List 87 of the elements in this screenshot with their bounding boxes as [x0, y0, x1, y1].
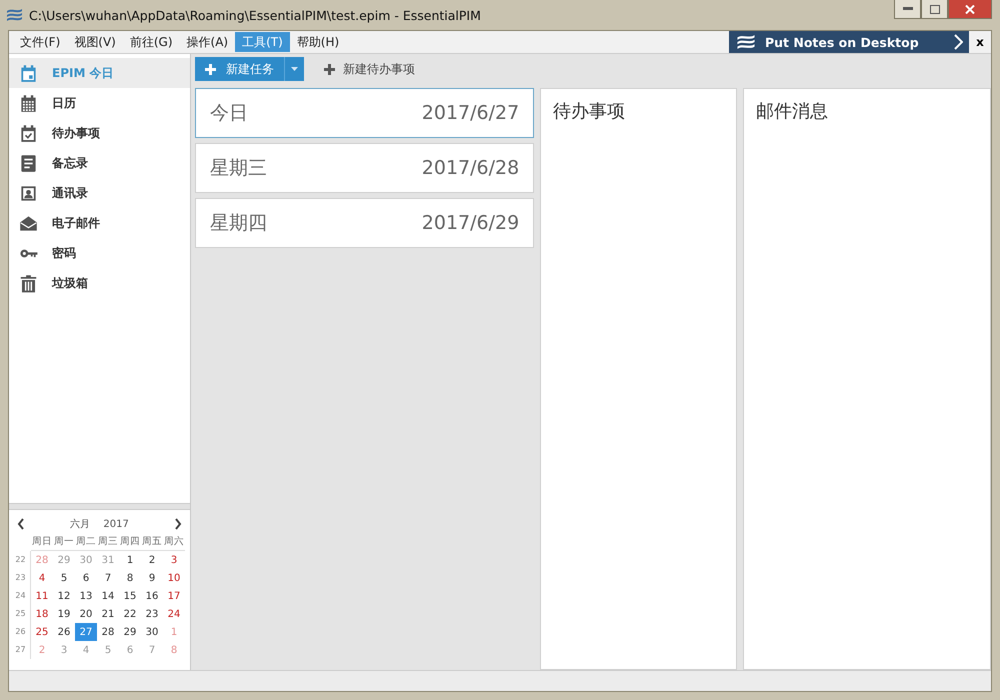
week-number: 23 — [11, 569, 31, 587]
day-name: 星期四 — [210, 211, 267, 236]
previous-month-button[interactable] — [17, 518, 25, 530]
panel-title: 邮件消息 — [756, 101, 828, 122]
calendar-day[interactable]: 12 — [53, 587, 75, 605]
menu-item[interactable]: 帮助(H) — [290, 32, 346, 52]
panel-title: 待办事项 — [553, 101, 626, 122]
checkbox-calendar-icon — [19, 124, 38, 142]
trash-icon — [19, 274, 38, 292]
day-date: 2017/6/29 — [422, 212, 520, 234]
plus-icon — [205, 64, 216, 74]
calendar-day[interactable]: 5 — [53, 569, 75, 587]
calendar-day[interactable]: 4 — [31, 569, 53, 587]
day-card[interactable]: 星期三 2017/6/28 — [195, 143, 534, 193]
close-icon — [965, 4, 975, 14]
weekday-label: 周三 — [97, 534, 119, 551]
day-card[interactable]: 星期四 2017/6/29 — [195, 198, 534, 248]
calendar-day[interactable]: 3 — [163, 551, 185, 569]
minimize-button[interactable] — [894, 0, 921, 19]
menu-item[interactable]: 前往(G) — [122, 32, 180, 52]
calendar-day[interactable]: 16 — [141, 587, 163, 605]
envelope-icon — [19, 214, 38, 232]
menu-item[interactable]: 视图(V) — [67, 32, 123, 52]
weekday-label: 周六 — [163, 534, 185, 551]
calendar-day[interactable]: 11 — [31, 587, 53, 605]
app-logo-icon — [6, 8, 23, 22]
calendar-day[interactable]: 17 — [163, 587, 185, 605]
calendar-day[interactable]: 1 — [119, 551, 141, 569]
calendar-day[interactable]: 10 — [163, 569, 185, 587]
calendar-day[interactable]: 21 — [97, 605, 119, 623]
banner-close-button[interactable]: x — [969, 31, 991, 53]
week-number: 27 — [11, 641, 31, 659]
week-number: 26 — [11, 623, 31, 641]
day-name: 星期三 — [210, 156, 267, 181]
calendar-day[interactable]: 22 — [119, 605, 141, 623]
calendar-day[interactable]: 13 — [75, 587, 97, 605]
day-name: 今日 — [210, 101, 248, 126]
calendar-day[interactable]: 20 — [75, 605, 97, 623]
chevron-left-icon — [17, 518, 25, 530]
next-month-button[interactable] — [174, 518, 182, 530]
calendar-day[interactable]: 25 — [31, 623, 53, 641]
maximize-button[interactable] — [921, 0, 948, 19]
calendar-day[interactable]: 2 — [141, 551, 163, 569]
calendar-day[interactable]: 9 — [141, 569, 163, 587]
note-icon — [19, 154, 38, 172]
weekday-label: 周二 — [75, 534, 97, 551]
notes-banner[interactable]: Put Notes on Desktop — [729, 31, 969, 53]
calendar-day[interactable]: 15 — [119, 587, 141, 605]
maximize-icon — [930, 4, 940, 14]
weekday-label: 周四 — [119, 534, 141, 551]
calendar-icon — [19, 94, 38, 112]
plus-icon — [324, 64, 335, 74]
calendar-day[interactable]: 24 — [163, 605, 185, 623]
menu-item[interactable]: 操作(A) — [180, 32, 236, 52]
weekday-label: 周一 — [53, 534, 75, 551]
day-date: 2017/6/28 — [422, 157, 520, 179]
calendar-icon — [19, 64, 38, 82]
app-logo-icon — [735, 34, 757, 50]
calendar-day[interactable]: 30 — [141, 623, 163, 641]
caret-icon — [291, 67, 298, 71]
calendar-day[interactable]: 14 — [97, 587, 119, 605]
contact-card-icon — [19, 184, 38, 202]
week-number: 24 — [11, 587, 31, 605]
calendar-day[interactable]: 8 — [119, 569, 141, 587]
chevron-right-icon — [174, 518, 182, 530]
menu-item[interactable]: 文件(F) — [13, 32, 68, 52]
week-number: 22 — [11, 551, 31, 569]
day-card[interactable]: 今日 2017/6/27 — [195, 88, 534, 138]
calendar-day[interactable]: 18 — [31, 605, 53, 623]
weekday-label: 周五 — [141, 534, 163, 551]
calendar-day[interactable]: 7 — [97, 569, 119, 587]
calendar-day[interactable]: 29 — [119, 623, 141, 641]
calendar-day[interactable]: 28 — [97, 623, 119, 641]
minimize-icon — [902, 7, 912, 11]
week-number: 25 — [11, 605, 31, 623]
splitter-handle[interactable] — [9, 503, 190, 510]
month-year-label: 六月 2017 — [70, 518, 129, 531]
new-todo-button[interactable]: 新建待办事项 — [318, 60, 421, 78]
weekday-label: 周日 — [31, 534, 53, 551]
calendar-day[interactable]: 26 — [53, 623, 75, 641]
calendar-day[interactable]: 6 — [75, 569, 97, 587]
chevron-right-icon — [953, 34, 963, 50]
day-date: 2017/6/27 — [422, 102, 520, 124]
calendar-day[interactable]: 23 — [141, 605, 163, 623]
window-title: C:\Users\wuhan\AppData\Roaming\EssentialPIM\test.epim - EssentialPIM — [29, 8, 482, 22]
calendar-day[interactable]: 19 — [53, 605, 75, 623]
close-button[interactable] — [948, 0, 992, 19]
